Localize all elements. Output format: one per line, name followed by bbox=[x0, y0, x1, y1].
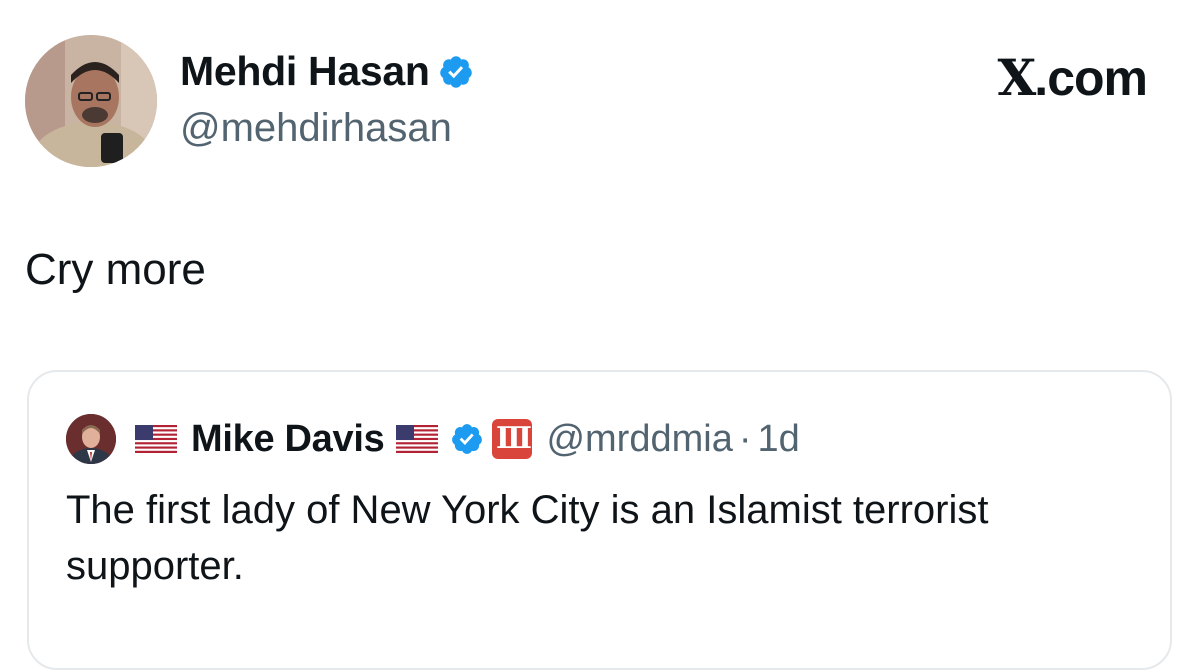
x-logo-icon: X bbox=[997, 48, 1037, 107]
author-avatar[interactable] bbox=[25, 35, 157, 167]
brand-domain: .com bbox=[1034, 50, 1148, 106]
post-text: Cry more bbox=[25, 245, 206, 294]
quoted-author-name[interactable]: Mike Davis bbox=[191, 418, 385, 461]
author-name[interactable]: Mehdi Hasan bbox=[180, 48, 430, 95]
quoted-author-handle[interactable]: @mrddmia bbox=[546, 418, 732, 461]
quoted-post-card[interactable]: Mike Davis III @mrddmia · 1d The first l… bbox=[27, 370, 1172, 670]
verified-badge-icon bbox=[450, 422, 484, 456]
quoted-post-text: The first lady of New York City is an Is… bbox=[66, 488, 989, 588]
quoted-post-header: Mike Davis III @mrddmia · 1d bbox=[135, 414, 800, 464]
quoted-author-avatar[interactable] bbox=[66, 414, 116, 464]
quoted-post-time[interactable]: 1d bbox=[758, 418, 800, 461]
org-badge-icon: III bbox=[492, 419, 533, 459]
us-flag-icon bbox=[135, 425, 177, 453]
header-separator: · bbox=[738, 417, 752, 460]
x-com-logo: X.com bbox=[998, 48, 1148, 107]
author-handle[interactable]: @mehdirhasan bbox=[180, 106, 452, 151]
quoted-author-photo bbox=[66, 414, 116, 464]
author-photo bbox=[25, 35, 157, 167]
verified-badge-icon bbox=[438, 54, 474, 90]
us-flag-icon bbox=[396, 425, 439, 453]
author-name-row[interactable]: Mehdi Hasan bbox=[180, 48, 474, 95]
